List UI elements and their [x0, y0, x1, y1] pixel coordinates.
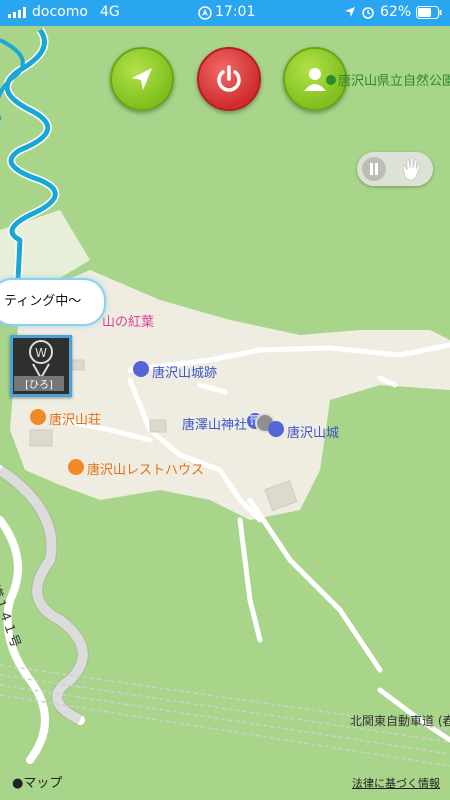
- lodge-label: 唐沢山荘: [49, 413, 102, 428]
- apple-icon: ●: [12, 776, 24, 791]
- castle-ruins-label: 唐沢山城跡: [152, 366, 218, 381]
- castle-ruins-pin[interactable]: [133, 361, 149, 377]
- lodge-pin[interactable]: [30, 409, 46, 425]
- volkswagen-logo-icon: W: [29, 340, 53, 381]
- expressway-label: 北関東自動車道 (舂: [350, 714, 450, 728]
- alarm-icon: [361, 5, 375, 23]
- speech-bubble-text: ティング中〜: [4, 294, 82, 309]
- network-label: 4G: [100, 4, 120, 20]
- navigation-arrow-icon: [198, 6, 212, 24]
- pause-icon[interactable]: [361, 156, 387, 182]
- carrier-label: docomo: [32, 4, 88, 20]
- status-bar: docomo 4G 17:01 62%: [0, 0, 450, 26]
- signal-icon: [8, 6, 30, 22]
- power-button[interactable]: [197, 47, 261, 111]
- castle-label: 唐沢山城: [287, 426, 340, 441]
- power-icon: [217, 65, 241, 92]
- tracking-toggle[interactable]: [357, 152, 433, 186]
- park-label: 唐沢山県立自然公園: [326, 70, 450, 89]
- map-view[interactable]: [0, 0, 450, 800]
- svg-text:W: W: [35, 346, 47, 360]
- user-name: [ひろ]: [14, 376, 64, 391]
- navigate-button[interactable]: [110, 47, 174, 111]
- rest-house-label: 唐沢山レストハウス: [87, 463, 205, 478]
- shrine-label: 唐澤山神社: [182, 418, 248, 433]
- castle-pin[interactable]: [268, 421, 284, 437]
- hand-icon[interactable]: [397, 155, 425, 183]
- location-arrow-icon: [344, 6, 356, 22]
- navigation-arrow-icon: [132, 68, 152, 90]
- park-icon: [326, 75, 336, 85]
- legal-link[interactable]: 法律に基づく情報: [352, 775, 440, 791]
- rest-house-pin[interactable]: [68, 459, 84, 475]
- battery-label: 62%: [380, 4, 412, 20]
- autumn-leaves-label: 山の紅葉: [102, 315, 155, 330]
- time-label: 17:01: [215, 4, 256, 20]
- battery-icon: [416, 6, 442, 23]
- maps-attribution: ●マップ: [12, 776, 63, 791]
